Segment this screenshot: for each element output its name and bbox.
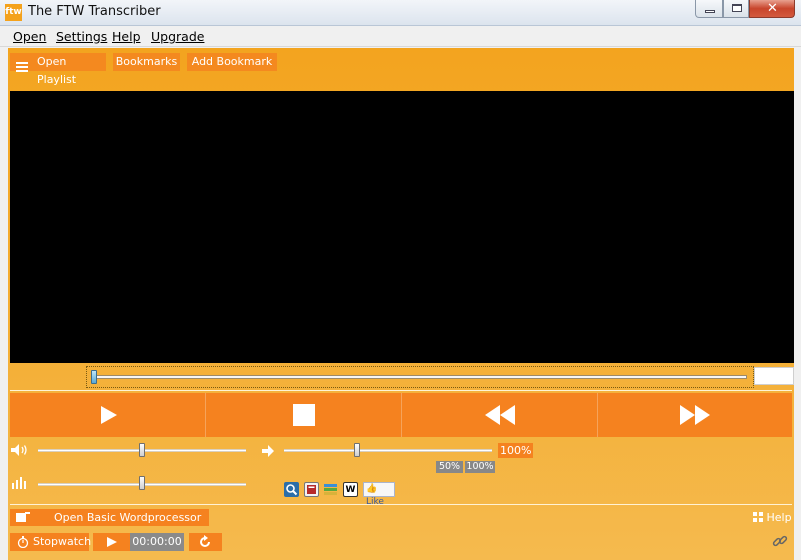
- seek-thumb[interactable]: [91, 370, 97, 384]
- maximize-icon: [732, 4, 742, 12]
- rewind-button[interactable]: [402, 393, 598, 437]
- stopwatch-play-button[interactable]: [93, 533, 131, 551]
- stopwatch-button[interactable]: Stopwatch: [10, 533, 92, 551]
- stop-button[interactable]: [206, 393, 402, 437]
- divider: [10, 390, 792, 391]
- rewind-icon: [484, 405, 515, 425]
- equalizer-icon: [12, 477, 26, 489]
- menu-help[interactable]: Help: [112, 29, 141, 44]
- play-icon: [100, 406, 117, 424]
- help-label: Help: [766, 511, 792, 524]
- thumbs-up-icon: 👍: [366, 484, 378, 494]
- divider: [10, 504, 792, 505]
- menu-open[interactable]: Open: [13, 29, 46, 44]
- stopwatch-time: 00:00:00: [130, 533, 184, 551]
- stopwatch-label: Stopwatch: [33, 535, 92, 548]
- menu-bar: Open Settings Help Upgrade: [0, 26, 801, 47]
- minimize-button[interactable]: [695, 0, 723, 18]
- bookmarks-button[interactable]: Bookmarks: [113, 53, 180, 71]
- open-wordprocessor-button[interactable]: Open Basic Wordprocessor: [10, 509, 209, 526]
- link-icon[interactable]: [772, 533, 788, 549]
- seek-bar[interactable]: [86, 366, 754, 388]
- close-icon: ✕: [767, 1, 778, 16]
- time-display-box: [754, 367, 794, 385]
- grid-icon: [753, 512, 763, 522]
- menu-settings[interactable]: Settings: [56, 29, 107, 44]
- minimize-icon: [705, 10, 715, 13]
- video-display[interactable]: [10, 91, 794, 363]
- title-bar: ftw The FTW Transcriber ✕: [0, 0, 801, 26]
- books-icon[interactable]: [323, 482, 338, 497]
- fast-forward-button[interactable]: [598, 393, 792, 437]
- main-panel: Open Playlist Bookmarks Add Bookmark 100…: [8, 48, 794, 560]
- menu-icon: [16, 62, 28, 72]
- seek-track: [93, 375, 747, 379]
- fast-forward-icon: [680, 405, 710, 425]
- close-button[interactable]: ✕: [749, 0, 795, 18]
- speed-preset-100[interactable]: 100%: [465, 461, 495, 473]
- volume-icon: [11, 444, 27, 456]
- app-logo-icon: ftw: [5, 4, 22, 21]
- speed-preset-50[interactable]: 50%: [436, 461, 463, 473]
- stop-icon: [292, 404, 315, 426]
- speed-percent-badge: 100%: [498, 443, 534, 458]
- document-edit-icon: [16, 512, 30, 522]
- play-icon: [107, 537, 117, 547]
- open-playlist-label: Open Playlist: [37, 55, 77, 86]
- volume-slider-thumb[interactable]: [139, 443, 145, 457]
- refresh-icon: [200, 535, 210, 547]
- wordprocessor-label: Open Basic Wordprocessor: [54, 511, 202, 524]
- dictionary-icon[interactable]: [304, 482, 319, 497]
- speed-slider-track[interactable]: [284, 449, 492, 452]
- open-playlist-button[interactable]: Open Playlist: [10, 53, 106, 86]
- like-label: Like: [366, 497, 384, 507]
- search-lookup-icon[interactable]: [284, 482, 299, 497]
- stopwatch-icon: [17, 536, 29, 548]
- speed-arrow-icon: [262, 445, 274, 457]
- stopwatch-reset-button[interactable]: [189, 533, 222, 551]
- speed-slider-thumb[interactable]: [353, 443, 360, 457]
- transport-controls: [10, 393, 792, 437]
- add-bookmark-button[interactable]: Add Bookmark: [187, 53, 277, 71]
- wikipedia-icon[interactable]: W: [343, 482, 358, 497]
- bookmarks-label: Bookmarks: [115, 55, 178, 68]
- menu-upgrade[interactable]: Upgrade: [151, 29, 204, 44]
- add-bookmark-label: Add Bookmark: [191, 55, 273, 68]
- help-link[interactable]: Help: [753, 511, 792, 524]
- maximize-button[interactable]: [723, 0, 749, 18]
- equalizer-slider-thumb[interactable]: [139, 476, 145, 490]
- play-button[interactable]: [10, 393, 206, 437]
- window-title: The FTW Transcriber: [28, 4, 161, 19]
- facebook-like-button[interactable]: 👍 Like: [363, 482, 395, 507]
